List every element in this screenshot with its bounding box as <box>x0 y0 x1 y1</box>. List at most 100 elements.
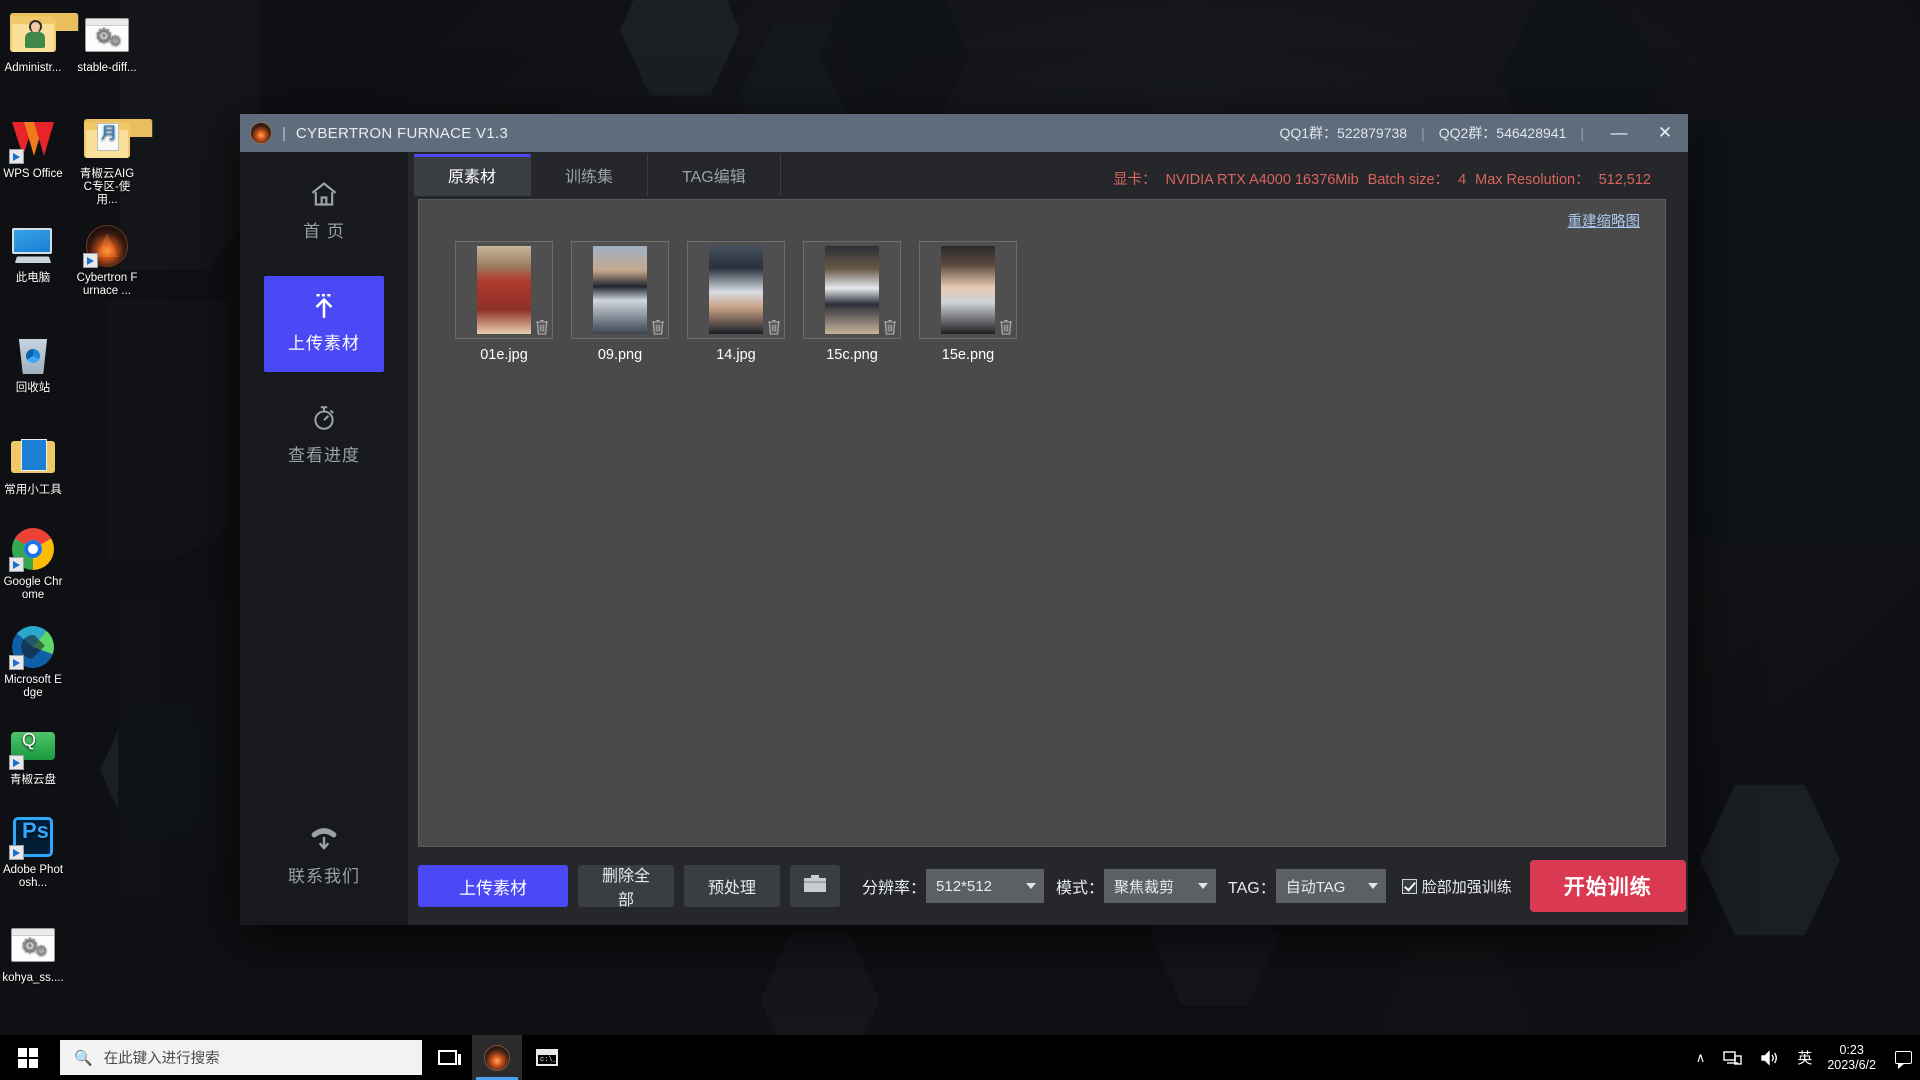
face-enhance-checkbox[interactable]: 脸部加强训练 <box>1401 876 1512 897</box>
desktop-icon-adobe-photoshop[interactable]: Ps Adobe Photosh... <box>2 812 64 890</box>
gears-window-icon: ⚙⚙ <box>83 10 131 58</box>
thumbnail-item[interactable]: 09.png <box>571 241 669 363</box>
tab-tag-edit[interactable]: TAG编辑 <box>648 154 781 196</box>
close-button[interactable]: ✕ <box>1642 114 1688 152</box>
trash-icon[interactable] <box>651 319 665 335</box>
upload-icon <box>311 292 337 320</box>
tab-original-material[interactable]: 原素材 <box>414 154 532 196</box>
thumbnail-filename: 14.jpg <box>716 347 756 363</box>
open-folder-button[interactable] <box>790 865 840 907</box>
upload-material-button[interactable]: 上传素材 <box>418 865 568 907</box>
taskbar-app-cybertron-furnace[interactable] <box>472 1035 522 1080</box>
mode-select[interactable]: 聚焦裁剪 <box>1104 869 1217 903</box>
volume-icon[interactable] <box>1751 1035 1788 1080</box>
sidebar-item-upload[interactable]: 上传素材 <box>264 276 384 372</box>
desktop-icon-administrator[interactable]: Administr... <box>2 10 79 75</box>
thumbnail-item[interactable]: 01e.jpg <box>455 241 553 363</box>
tab-training-set[interactable]: 训练集 <box>531 154 649 196</box>
resolution-value: 512*512 <box>936 877 992 895</box>
tray-overflow-button[interactable]: ∧ <box>1687 1035 1715 1080</box>
notification-button[interactable] <box>1886 1051 1920 1069</box>
desktop-icon-google-chrome[interactable]: Google Chrome <box>2 524 64 602</box>
taskbar-clock[interactable]: 0:23 2023/6/2 <box>1821 1043 1886 1073</box>
trash-icon[interactable] <box>883 319 897 335</box>
desktop-icon-label: Microsoft Edge <box>4 674 62 699</box>
desktop-icon-qingjiao-cloud-disk[interactable]: 青椒云盘 <box>2 722 64 787</box>
task-view-icon <box>437 1050 461 1065</box>
ime-indicator[interactable]: 英 <box>1788 1035 1821 1080</box>
thumbnail-box[interactable] <box>687 241 785 339</box>
batch-size-label: Batch size： <box>1367 172 1450 188</box>
trash-icon[interactable] <box>999 319 1013 335</box>
taskbar-search-input[interactable]: 🔍 在此键入进行搜索 <box>60 1040 422 1075</box>
thumbnail-item[interactable]: 15c.png <box>803 241 901 363</box>
sidebar-item-label: 查看进度 <box>288 446 360 465</box>
tag-select[interactable]: 自动TAG <box>1275 869 1386 903</box>
desktop-icon-label: stable-diff... <box>77 62 137 74</box>
start-button[interactable] <box>0 1035 56 1080</box>
cybertron-furnace-window: | CYBERTRON FURNACE V1.3 QQ1群：522879738 … <box>240 114 1688 925</box>
desktop-icon-wps-office[interactable]: WPS Office <box>2 116 64 181</box>
minimize-button[interactable]: — <box>1596 114 1642 152</box>
tools-folder-icon <box>9 432 57 480</box>
thumbnail-item[interactable]: 15e.png <box>919 241 1017 363</box>
thumbnail-box[interactable] <box>571 241 669 339</box>
system-tray: ∧ 英 0:23 2023/6/2 <box>1687 1035 1920 1080</box>
thumbnail-box[interactable] <box>455 241 553 339</box>
delete-all-button[interactable]: 删除全部 <box>578 865 674 909</box>
thumbnail-filename: 01e.jpg <box>480 347 528 363</box>
qq-group-2: QQ2群：546428941 <box>1438 125 1567 141</box>
sidebar-item-progress[interactable]: 查看进度 <box>264 394 384 478</box>
rebuild-thumbnails-link[interactable]: 重建缩略图 <box>1568 214 1641 230</box>
clock-date: 2023/6/2 <box>1827 1057 1876 1072</box>
chevron-down-icon <box>1367 883 1378 889</box>
google-chrome-icon <box>9 524 57 572</box>
face-enhance-label: 脸部加强训练 <box>1421 878 1512 896</box>
sidebar-item-label: 联系我们 <box>288 867 360 886</box>
sidebar-item-contact[interactable]: 联系我们 <box>264 815 384 899</box>
trash-icon[interactable] <box>767 319 781 335</box>
window-title: CYBERTRON FURNACE V1.3 <box>295 124 509 142</box>
desktop-icon-cybertron-furnace[interactable]: Cybertron Furnace ... <box>76 220 138 298</box>
titlebar-right-group: QQ1群：522879738 | QQ2群：546428941 | — ✕ <box>1277 114 1688 152</box>
taskbar-app-terminal[interactable] <box>522 1035 572 1080</box>
search-icon: 🔍 <box>74 1049 93 1067</box>
this-pc-icon <box>9 220 57 268</box>
sidebar-item-label: 首 页 <box>303 222 345 241</box>
folder-icon <box>803 874 827 898</box>
max-resolution-value: 512,512 <box>1598 172 1651 188</box>
desktop-icon-this-pc[interactable]: 此电脑 <box>2 220 64 285</box>
thumbnail-image <box>593 246 647 334</box>
network-icon[interactable] <box>1714 1035 1751 1080</box>
cybertron-furnace-icon <box>484 1044 510 1071</box>
desktop-icon-recycle-bin[interactable]: 回收站 <box>2 330 64 395</box>
desktop-icon-qingjiao-aigc[interactable]: 月 青椒云AIGC专区-使用... <box>76 116 153 207</box>
mode-label: 模式： <box>1056 880 1105 897</box>
desktop-icon-common-tools[interactable]: 常用小工具 <box>2 432 64 497</box>
start-training-button[interactable]: 开始训练 <box>1529 860 1686 912</box>
thumbnail-box[interactable] <box>919 241 1017 339</box>
desktop-icon-kohya-ss[interactable]: ⚙⚙ kohya_ss.... <box>2 920 64 985</box>
desktop-icon-label: Administr... <box>4 62 62 74</box>
desktop: Administr... ⚙⚙ stable-diff... WPS Offic… <box>0 0 1920 1080</box>
mode-value: 聚焦裁剪 <box>1114 878 1175 896</box>
desktop-icon-label: 青椒云盘 <box>10 774 56 786</box>
resolution-select[interactable]: 512*512 <box>926 869 1045 903</box>
desktop-icon-label: 常用小工具 <box>4 484 62 496</box>
trash-icon[interactable] <box>535 319 549 335</box>
window-titlebar[interactable]: | CYBERTRON FURNACE V1.3 QQ1群：522879738 … <box>240 114 1688 152</box>
desktop-icon-microsoft-edge[interactable]: Microsoft Edge <box>2 622 64 700</box>
task-view-button[interactable] <box>422 1035 472 1080</box>
thumbnail-box[interactable] <box>803 241 901 339</box>
desktop-icon-label: Google Chrome <box>3 576 63 601</box>
desktop-icon-stable-diffusion[interactable]: ⚙⚙ stable-diff... <box>76 10 138 75</box>
tag-value: 自动TAG <box>1285 878 1346 896</box>
desktop-icon-label: kohya_ss.... <box>2 972 64 984</box>
notification-icon <box>1894 1051 1912 1069</box>
preprocess-button[interactable]: 预处理 <box>684 865 780 907</box>
batch-size-value: 4 <box>1458 172 1467 188</box>
topbar: 原素材 训练集 TAG编辑 显卡： NVIDIA RTX A4000 16376M… <box>408 152 1688 196</box>
sidebar-item-home[interactable]: 首 页 <box>264 170 384 254</box>
resolution-label: 分辨率： <box>862 880 927 897</box>
thumbnail-item[interactable]: 14.jpg <box>687 241 785 363</box>
